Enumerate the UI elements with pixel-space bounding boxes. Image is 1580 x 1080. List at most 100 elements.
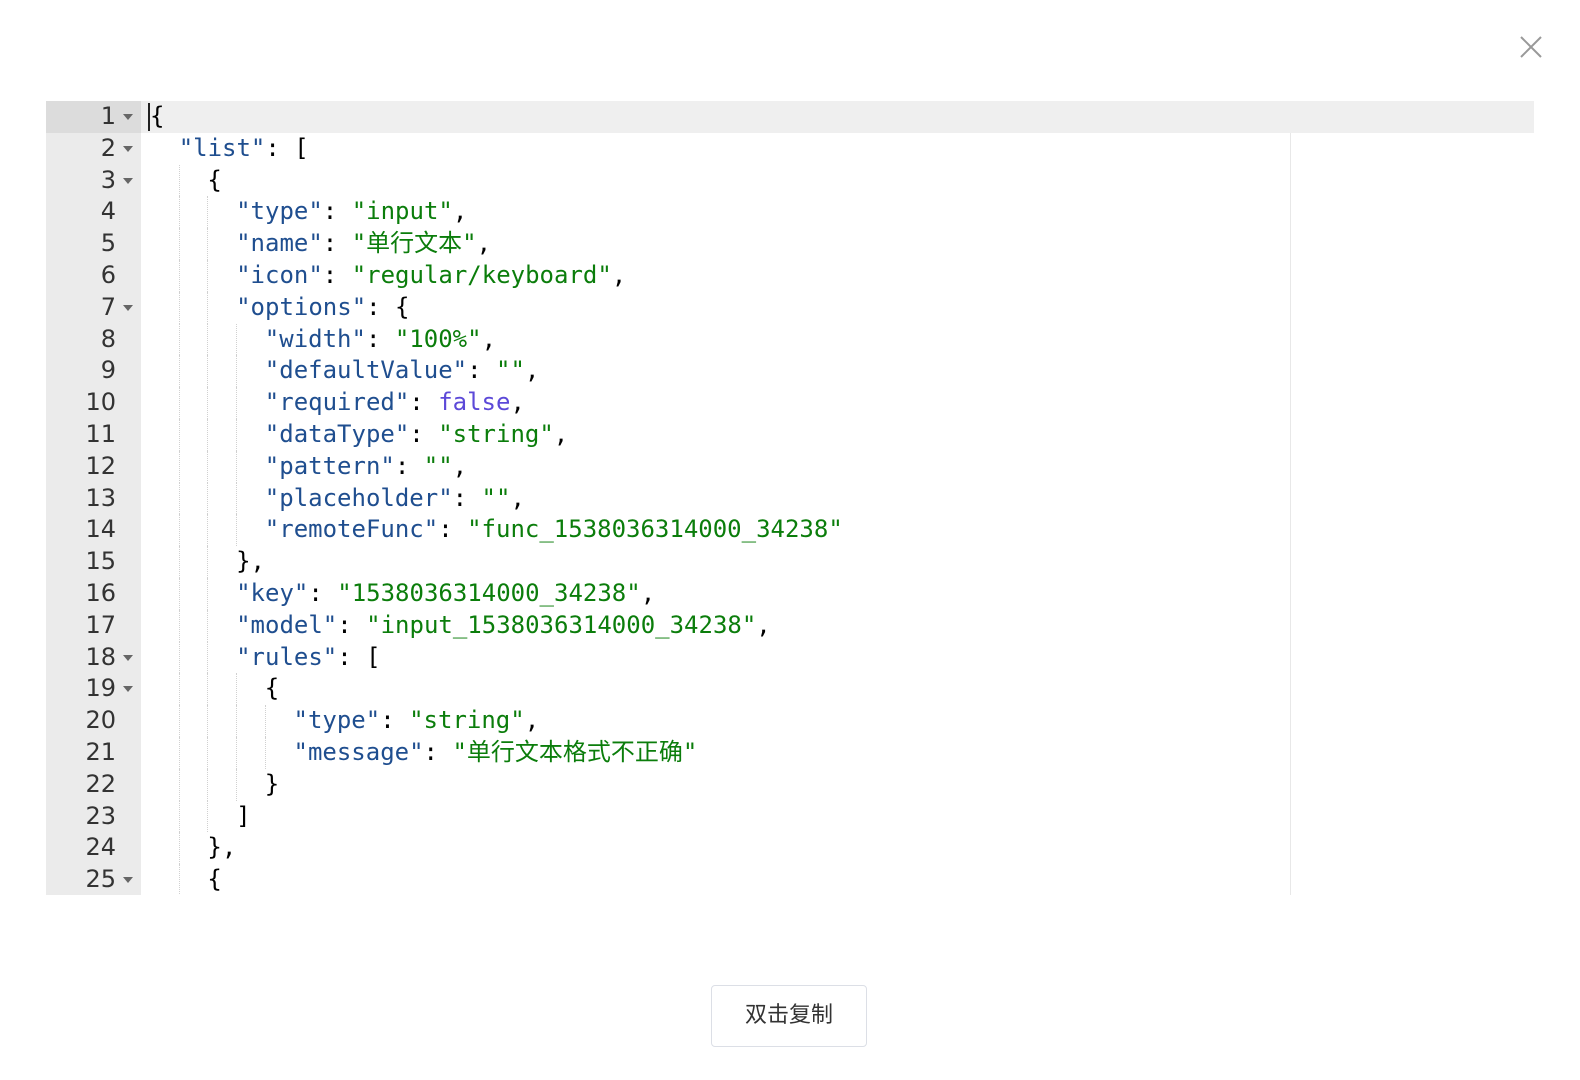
code-line[interactable]: 22}	[46, 768, 1534, 801]
code-line[interactable]: 24},	[46, 832, 1534, 865]
line-number-cell: 8	[46, 324, 141, 356]
line-number: 3	[100, 165, 116, 194]
code-text: "key": "1538036314000_34238",	[236, 578, 655, 610]
indent-guide	[178, 291, 180, 324]
indent-guide	[207, 514, 209, 547]
code-line[interactable]: 17 "model": "input_1538036314000_34238",	[46, 609, 1534, 642]
fold-arrow-icon[interactable]	[123, 654, 133, 661]
fold-arrow-icon[interactable]	[123, 304, 133, 311]
json-punctuation: :	[438, 515, 468, 544]
code-line[interactable]: 10 "required": false,	[46, 387, 1534, 419]
code-text: }	[265, 769, 279, 801]
json-punctuation: ,	[756, 610, 771, 639]
code-line[interactable]: 4 "type": "input",	[46, 196, 1534, 229]
line-number-cell: 7	[46, 292, 141, 324]
fold-arrow-icon[interactable]	[123, 114, 133, 120]
code-line[interactable]: 20 "type": "string",	[46, 705, 1534, 737]
line-number: 12	[85, 451, 116, 480]
json-key: "message"	[293, 737, 424, 766]
code-line[interactable]: 7 "options": {	[46, 291, 1534, 324]
indent-guide	[178, 864, 180, 895]
json-boolean: false	[438, 388, 511, 417]
indent-guide	[236, 355, 238, 388]
json-string: "input"	[351, 197, 453, 226]
line-number-cell: 16	[46, 578, 141, 610]
code-line[interactable]: 1{	[46, 101, 1534, 133]
code-text: "defaultValue": "",	[265, 355, 540, 387]
json-key: "rules"	[236, 642, 338, 671]
line-number-cell: 23	[46, 801, 141, 833]
code-text: "name": "单行文本",	[236, 228, 491, 260]
indent-guide	[178, 323, 180, 356]
indent-guide	[207, 355, 209, 388]
json-punctuation: :	[394, 451, 424, 480]
indent-guide	[207, 641, 209, 674]
fold-arrow-icon[interactable]	[123, 877, 133, 884]
code-line[interactable]: 11 "dataType": "string",	[46, 418, 1534, 451]
line-number-cell: 20	[46, 705, 141, 737]
json-punctuation: :	[423, 737, 453, 766]
code-line[interactable]: 16 "key": "1538036314000_34238",	[46, 577, 1534, 610]
json-key: "type"	[236, 197, 323, 226]
code-line[interactable]: 21 "message": "单行文本格式不正确"	[46, 736, 1534, 769]
indent-guide	[178, 768, 180, 801]
json-key: "dataType"	[264, 419, 410, 448]
code-line[interactable]: 2 "list": [	[46, 133, 1534, 165]
code-line[interactable]: 14 "remoteFunc": "func_1538036314000_3423…	[46, 514, 1534, 547]
line-number: 8	[100, 324, 116, 353]
copy-button[interactable]: 双击复制	[711, 985, 867, 1047]
json-punctuation: :	[365, 324, 395, 353]
line-number: 10	[85, 388, 116, 417]
json-punctuation: : [	[265, 133, 309, 162]
fold-arrow-icon[interactable]	[123, 177, 133, 184]
indent-guide	[178, 832, 180, 865]
text-cursor	[148, 103, 150, 131]
code-line[interactable]: 15},	[46, 546, 1534, 578]
json-key: "options"	[236, 292, 367, 321]
editor-lines: 1{2 "list": [3{4 "type": "input", 5 "name": …	[46, 101, 1534, 895]
json-punctuation: :	[467, 356, 496, 385]
line-number: 24	[85, 833, 116, 862]
json-string: ""	[481, 483, 511, 512]
json-punctuation: :	[380, 706, 410, 735]
code-text: "rules": [	[236, 642, 381, 674]
line-number: 6	[100, 260, 116, 289]
indent-guide	[178, 705, 180, 737]
json-code-editor[interactable]: 1{2 "list": [3{4 "type": "input", 5 "name": …	[46, 101, 1534, 895]
fold-arrow-icon[interactable]	[123, 686, 133, 693]
line-number-cell: 21	[46, 737, 141, 769]
indent-guide	[178, 418, 180, 451]
indent-guide	[207, 482, 209, 515]
indent-guide	[236, 514, 238, 547]
indent-guide	[178, 196, 180, 229]
json-punctuation: ,	[640, 578, 656, 607]
line-number-cell: 10	[46, 387, 141, 419]
json-key: "pattern"	[264, 451, 395, 480]
code-line[interactable]: 3{	[46, 164, 1534, 197]
line-number-cell: 9	[46, 355, 141, 387]
json-punctuation: ,	[510, 483, 525, 512]
code-line[interactable]: 6 "icon": "regular/keyboard",	[46, 259, 1534, 292]
code-line[interactable]: 19 {	[46, 673, 1534, 706]
code-line[interactable]: 25 {	[46, 864, 1534, 895]
json-key: "model"	[236, 610, 338, 639]
code-line[interactable]: 5 "name": "单行文本",	[46, 228, 1534, 260]
indent-guide	[178, 577, 180, 610]
line-number: 9	[100, 356, 116, 385]
code-text: },	[236, 546, 265, 578]
code-line[interactable]: 8 "width": "100%",	[46, 323, 1534, 356]
json-key: "width"	[264, 324, 366, 353]
line-number-cell: 24	[46, 832, 141, 864]
fold-arrow-icon[interactable]	[123, 145, 133, 152]
indent-guide	[178, 641, 180, 674]
code-line[interactable]: 12 "pattern": "",	[46, 450, 1534, 483]
code-line[interactable]: 13 "placeholder": "",	[46, 482, 1534, 515]
code-line[interactable]: 9 "defaultValue": "",	[46, 355, 1534, 388]
json-punctuation: {	[264, 674, 280, 703]
code-line[interactable]: 18 "rules": [	[46, 641, 1534, 674]
json-dialog: 1{2 "list": [3{4 "type": "input", 5 "name": …	[0, 0, 1580, 1080]
close-button[interactable]	[1516, 32, 1546, 62]
json-string: "1538036314000_34238"	[337, 578, 641, 607]
code-line[interactable]: 23]	[46, 800, 1534, 833]
indent-guide	[236, 482, 238, 515]
